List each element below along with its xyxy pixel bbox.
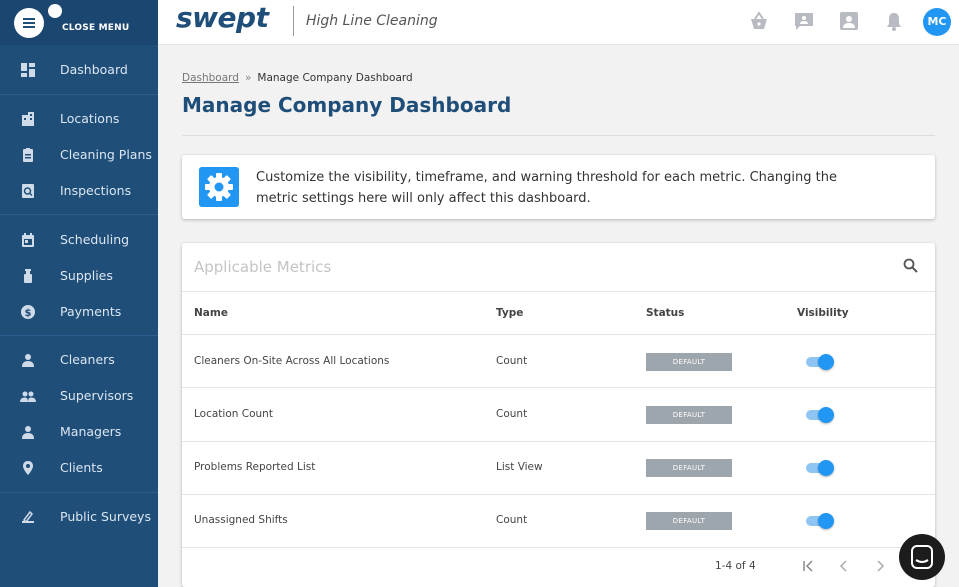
close-menu-button[interactable]: CLOSE MENU <box>0 0 158 45</box>
sidebar-item-label: Scheduling <box>60 232 130 247</box>
metric-name: Unassigned Shifts <box>194 514 288 526</box>
divider <box>182 135 935 136</box>
inspection-icon <box>22 184 34 198</box>
sidebar-item-label: Cleaning Plans <box>60 147 152 162</box>
metric-type: Count <box>496 514 528 526</box>
company-name: High Line Cleaning <box>306 13 438 29</box>
top-bar: swept High Line Cleaning MC <box>158 0 959 45</box>
breadcrumb-link-dashboard[interactable]: Dashboard <box>182 72 239 84</box>
group-icon <box>20 391 36 402</box>
building-icon <box>22 112 34 126</box>
sidebar-item-public-surveys[interactable]: Public Surveys <box>0 499 158 535</box>
sidebar-item-cleaning-plans[interactable]: Cleaning Plans <box>0 137 158 173</box>
swept-logo[interactable]: swept <box>176 1 269 34</box>
search-icon[interactable] <box>902 257 920 275</box>
divider <box>0 492 158 493</box>
visibility-toggle[interactable] <box>806 460 834 476</box>
sidebar-item-dashboard[interactable]: Dashboard <box>0 52 158 88</box>
breadcrumb-separator: » <box>244 72 252 84</box>
dashboard-icon <box>21 63 35 77</box>
sidebar-item-label: Supplies <box>60 268 113 283</box>
location-pin-icon <box>23 461 33 475</box>
visibility-toggle[interactable] <box>806 407 834 423</box>
user-avatar[interactable]: MC <box>923 8 951 36</box>
message-icon[interactable] <box>793 10 815 32</box>
sidebar-item-label: Dashboard <box>60 62 128 77</box>
status-badge: DEFAULT <box>646 406 732 424</box>
metrics-title: Applicable Metrics <box>194 258 332 276</box>
metric-type: List View <box>496 461 543 473</box>
contact-icon[interactable] <box>838 10 860 32</box>
previous-page-icon[interactable] <box>835 557 853 575</box>
chat-button[interactable] <box>899 534 945 580</box>
divider <box>182 334 935 335</box>
divider <box>293 6 294 36</box>
divider <box>182 291 935 292</box>
metric-name: Location Count <box>194 408 273 420</box>
sidebar-item-label: Public Surveys <box>60 509 151 524</box>
clipboard-icon <box>23 148 33 162</box>
sidebar-item-managers[interactable]: Managers <box>0 414 158 450</box>
bell-icon[interactable] <box>883 10 905 32</box>
sidebar-item-label: Supervisors <box>60 388 134 403</box>
dollar-icon: $ <box>21 305 35 319</box>
survey-icon <box>22 510 34 524</box>
close-menu-label: CLOSE MENU <box>62 23 130 33</box>
basket-icon[interactable] <box>748 10 770 32</box>
divider <box>182 547 935 548</box>
dot-icon <box>48 4 62 18</box>
sidebar: CLOSE MENU Dashboard Locations Cleaning … <box>0 0 158 587</box>
sidebar-item-label: Locations <box>60 111 120 126</box>
calendar-icon <box>22 233 34 247</box>
sidebar-item-payments[interactable]: $ Payments <box>0 294 158 330</box>
sidebar-item-locations[interactable]: Locations <box>0 101 158 137</box>
metric-type: Count <box>496 355 528 367</box>
divider <box>0 335 158 336</box>
sidebar-item-clients[interactable]: Clients <box>0 450 158 486</box>
svg-text:$: $ <box>25 308 32 319</box>
divider <box>182 441 935 442</box>
chat-icon <box>911 545 933 569</box>
column-header-type[interactable]: Type <box>496 307 523 319</box>
metric-type: Count <box>496 408 528 420</box>
page-title: Manage Company Dashboard <box>182 93 512 117</box>
sidebar-item-inspections[interactable]: Inspections <box>0 173 158 209</box>
sidebar-item-label: Clients <box>60 460 103 475</box>
divider <box>182 387 935 388</box>
breadcrumb-current: Manage Company Dashboard <box>257 72 413 84</box>
sidebar-item-supervisors[interactable]: Supervisors <box>0 378 158 414</box>
info-card: Customize the visibility, timeframe, and… <box>182 155 935 219</box>
person-icon <box>22 426 34 439</box>
divider <box>0 94 158 95</box>
spray-bottle-icon <box>24 269 32 283</box>
info-text: Customize the visibility, timeframe, and… <box>256 170 837 206</box>
column-header-visibility[interactable]: Visibility <box>797 307 849 319</box>
sidebar-item-supplies[interactable]: Supplies <box>0 258 158 294</box>
sidebar-item-label: Cleaners <box>60 352 115 367</box>
person-icon <box>22 354 34 367</box>
metric-name: Problems Reported List <box>194 461 316 473</box>
divider <box>182 494 935 495</box>
hamburger-icon <box>14 8 44 38</box>
sidebar-item-scheduling[interactable]: Scheduling <box>0 222 158 258</box>
divider <box>0 214 158 215</box>
breadcrumb: Dashboard » Manage Company Dashboard <box>182 72 413 84</box>
first-page-icon[interactable] <box>799 557 817 575</box>
next-page-icon[interactable] <box>871 557 889 575</box>
column-header-name[interactable]: Name <box>194 307 228 319</box>
column-header-status[interactable]: Status <box>646 307 684 319</box>
sidebar-item-label: Payments <box>60 304 122 319</box>
metric-name: Cleaners On-Site Across All Locations <box>194 355 390 367</box>
status-badge: DEFAULT <box>646 512 732 530</box>
sidebar-item-label: Managers <box>60 424 122 439</box>
sidebar-item-label: Inspections <box>60 183 132 198</box>
settings-gear-icon <box>199 167 239 207</box>
status-badge: DEFAULT <box>646 353 732 371</box>
metrics-card: Applicable Metrics Name Type Status Visi… <box>182 243 935 587</box>
visibility-toggle[interactable] <box>806 513 834 529</box>
sidebar-item-cleaners[interactable]: Cleaners <box>0 342 158 378</box>
status-badge: DEFAULT <box>646 459 732 477</box>
pagination-status: 1-4 of 4 <box>715 560 756 572</box>
visibility-toggle[interactable] <box>806 354 834 370</box>
